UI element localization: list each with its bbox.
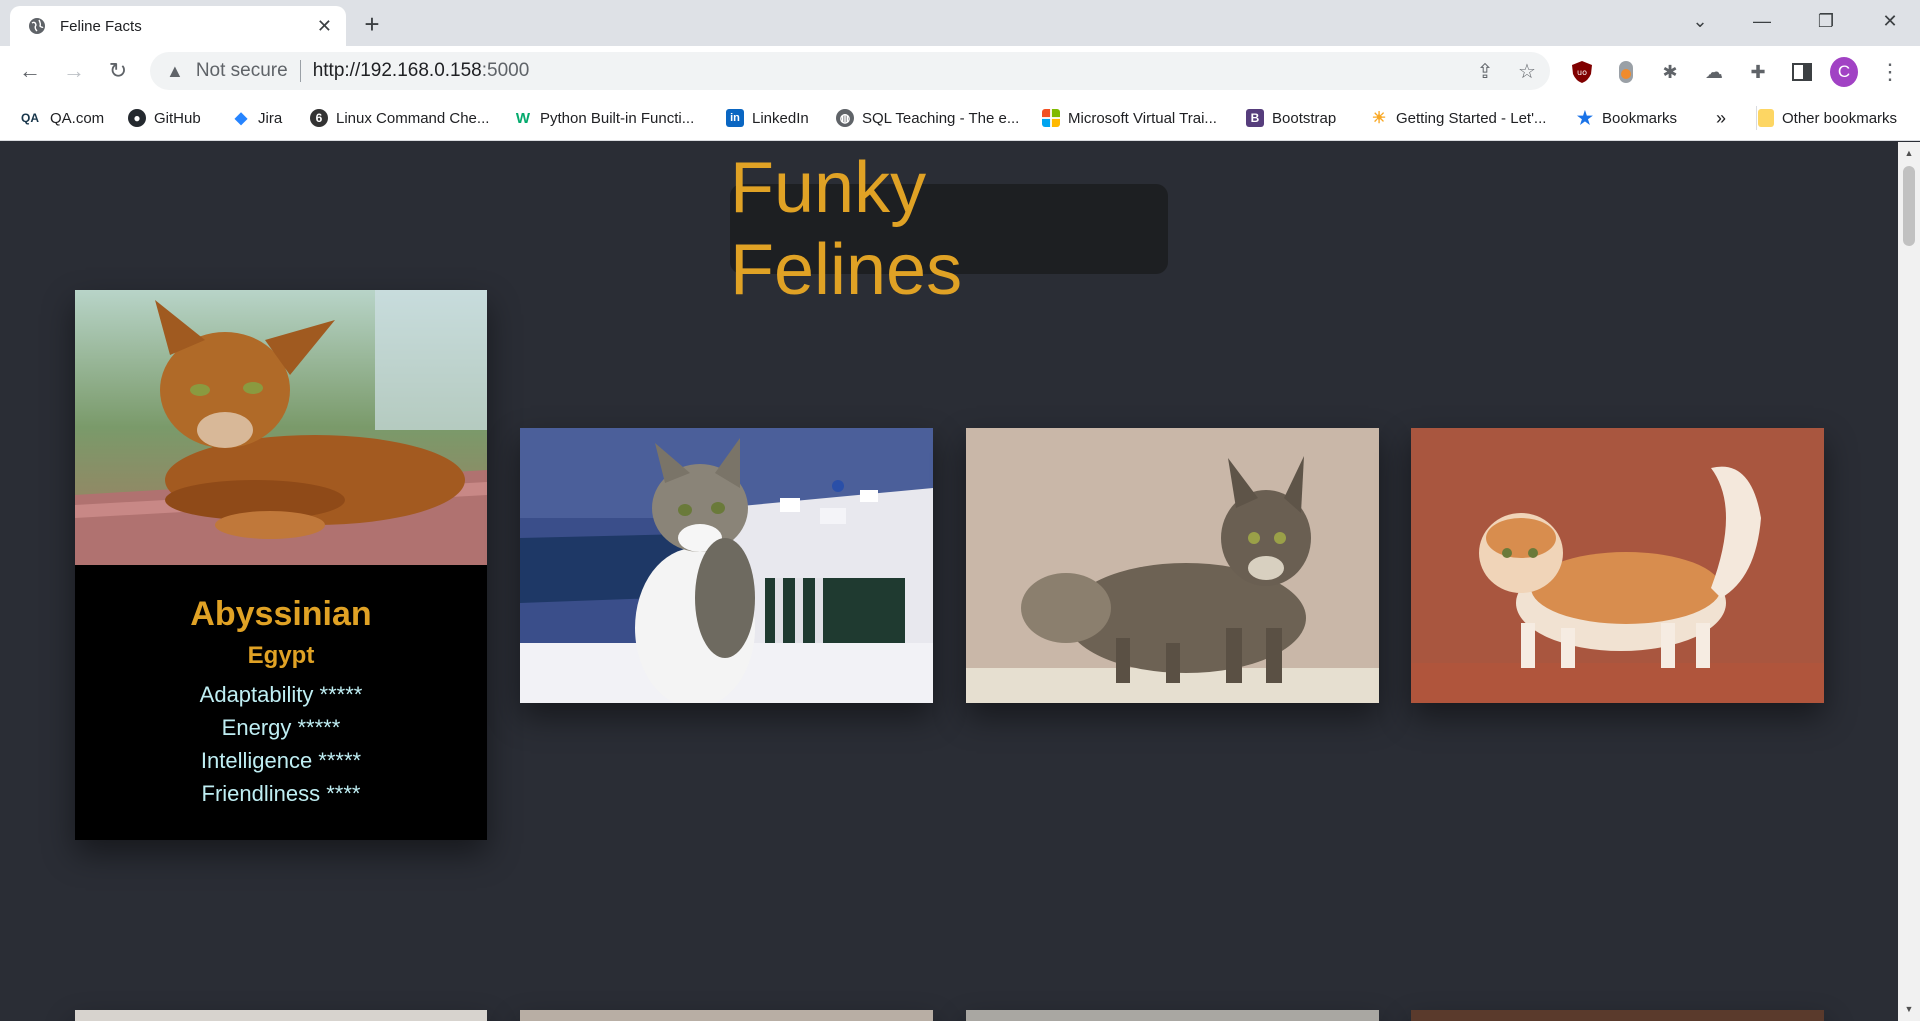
- bookmark-item[interactable]: B Bootstrap: [1246, 96, 1336, 140]
- cat-card[interactable]: [520, 1010, 933, 1021]
- bookmark-label: Python Built-in Functi...: [540, 109, 695, 127]
- page-title: Funky Felines: [730, 148, 963, 310]
- profile-initial: C: [1830, 57, 1858, 87]
- stat-energy: Energy *****: [221, 715, 341, 740]
- lets-encrypt-icon: ☀: [1371, 110, 1387, 127]
- qa-logo-icon: QA: [21, 111, 39, 125]
- bookmark-label: Linux Command Che...: [336, 109, 490, 127]
- browser-tab[interactable]: Feline Facts ✕: [10, 6, 346, 46]
- bookmark-item[interactable]: ◆ Jira: [232, 96, 282, 140]
- new-tab-button[interactable]: +: [356, 8, 388, 40]
- cat-photo-abyssinian: [75, 290, 487, 565]
- globe-icon: ◍: [836, 109, 854, 127]
- bookmark-item[interactable]: ☀ Getting Started - Let'...: [1370, 96, 1547, 140]
- bootstrap-icon: B: [1246, 109, 1264, 127]
- bookmark-item[interactable]: W Python Built-in Functi...: [514, 96, 694, 140]
- profile-avatar[interactable]: C: [1830, 57, 1858, 87]
- address-bar[interactable]: ▲ Not secure http://192.168.0.158:5000 ⇪…: [150, 52, 1550, 90]
- tab-strip: Feline Facts ✕ + ⌄ — ❐ ✕: [0, 0, 1920, 46]
- bookmark-star-icon[interactable]: ☆: [1512, 56, 1542, 86]
- minimize-icon[interactable]: —: [1742, 6, 1782, 36]
- cloud-extension-icon[interactable]: ☁: [1700, 58, 1728, 86]
- bookmark-label: SQL Teaching - The e...: [862, 109, 1020, 127]
- address-divider: [299, 60, 301, 82]
- linux-icon: 6: [310, 109, 328, 127]
- cat-photo: [966, 428, 1379, 703]
- bookmark-item[interactable]: ● GitHub: [128, 96, 201, 140]
- breed-name: Abyssinian: [190, 595, 372, 633]
- restore-icon[interactable]: ❐: [1806, 6, 1846, 36]
- microsoft-icon: [1042, 109, 1060, 127]
- bookmark-label: Jira: [258, 109, 283, 127]
- url-host: http://192.168.0.158: [312, 60, 482, 81]
- bookmark-item[interactable]: QA QA.com: [18, 96, 104, 140]
- cat-info-panel: Abyssinian Egypt Adaptability ***** Ener…: [75, 565, 487, 840]
- cat-card[interactable]: [1411, 1010, 1824, 1021]
- github-icon: ●: [128, 109, 146, 127]
- close-window-icon[interactable]: ✕: [1870, 6, 1910, 36]
- cat-photo: [520, 428, 933, 703]
- share-icon[interactable]: ⇪: [1470, 56, 1500, 86]
- back-arrow-icon[interactable]: ←: [14, 56, 46, 86]
- bookmark-label: LinkedIn: [752, 109, 809, 127]
- forward-arrow-icon[interactable]: →: [58, 56, 90, 86]
- jira-icon: ◆: [234, 110, 248, 127]
- cat-card[interactable]: [75, 1010, 487, 1021]
- svg-text:uo: uo: [1577, 68, 1587, 77]
- bookmarks-bar: QA QA.com ● GitHub ◆ Jira 6 Linux Comman…: [0, 96, 1920, 141]
- cat-card[interactable]: [520, 428, 933, 703]
- security-status[interactable]: Not secure: [196, 60, 288, 82]
- url-port: :5000: [481, 60, 530, 81]
- bug-extension-icon[interactable]: ✱: [1656, 58, 1684, 86]
- browser-toolbar: ← → ↻ ▲ Not secure http://192.168.0.158:…: [0, 46, 1920, 96]
- kebab-menu-icon[interactable]: ⋮: [1876, 58, 1904, 86]
- url-text[interactable]: http://192.168.0.158:5000: [313, 60, 530, 82]
- bookmark-label: Other bookmarks: [1782, 109, 1898, 127]
- breed-origin: Egypt: [247, 642, 315, 669]
- scroll-down-arrow-icon[interactable]: ▼: [1903, 1002, 1915, 1016]
- extensions-puzzle-icon[interactable]: ✚: [1744, 58, 1772, 86]
- cat-card[interactable]: [1411, 428, 1824, 703]
- bookmark-item[interactable]: 6 Linux Command Che...: [310, 96, 489, 140]
- globe-icon: [29, 18, 45, 34]
- cat-photo: [1411, 428, 1824, 703]
- cat-card[interactable]: [966, 1010, 1379, 1021]
- bookmark-label: Bookmarks: [1602, 109, 1678, 127]
- stat-friendliness: Friendliness ****: [201, 781, 361, 806]
- page-title-box: Funky Felines: [730, 148, 1168, 310]
- page-viewport: Funky Felines Abyssinian Egypt Adaptabil…: [0, 142, 1898, 1021]
- stat-adaptability: Adaptability *****: [199, 682, 363, 707]
- bookmarks-divider: [1756, 106, 1757, 130]
- scroll-up-arrow-icon[interactable]: ▲: [1903, 146, 1915, 160]
- w3schools-icon: W: [515, 109, 531, 127]
- side-panel-icon[interactable]: [1788, 58, 1816, 86]
- page-scrollbar[interactable]: ▲ ▼: [1898, 142, 1920, 1021]
- close-tab-icon[interactable]: ✕: [317, 16, 332, 37]
- tab-title: Feline Facts: [60, 17, 142, 35]
- bookmark-label: Microsoft Virtual Trai...: [1068, 109, 1217, 127]
- warning-triangle-icon: ▲: [166, 60, 184, 81]
- bookmark-label: Bootstrap: [1272, 109, 1337, 127]
- cat-card-featured[interactable]: Abyssinian Egypt Adaptability ***** Ener…: [75, 290, 487, 840]
- extension-capsule-icon[interactable]: [1612, 58, 1640, 86]
- folder-icon: [1758, 109, 1774, 127]
- bookmark-label: QA.com: [50, 109, 105, 127]
- ublock-origin-icon[interactable]: uo: [1568, 58, 1596, 86]
- bookmark-item[interactable]: ◍ SQL Teaching - The e...: [836, 96, 1019, 140]
- linkedin-icon: in: [726, 109, 744, 127]
- scroll-thumb[interactable]: [1903, 166, 1915, 246]
- bookmark-item[interactable]: ★ Bookmarks: [1576, 96, 1677, 140]
- bookmark-label: Getting Started - Let'...: [1396, 109, 1547, 127]
- bookmark-label: GitHub: [154, 109, 201, 127]
- star-icon: ★: [1576, 107, 1594, 128]
- other-bookmarks[interactable]: Other bookmarks: [1758, 96, 1897, 140]
- stat-intelligence: Intelligence *****: [200, 748, 362, 773]
- tab-search-chevron-icon[interactable]: ⌄: [1680, 6, 1720, 36]
- reload-icon[interactable]: ↻: [102, 56, 134, 86]
- cat-card[interactable]: [966, 428, 1379, 703]
- bookmark-item[interactable]: in LinkedIn: [726, 96, 809, 140]
- bookmarks-overflow-button[interactable]: »: [1716, 96, 1726, 140]
- bookmark-item[interactable]: Microsoft Virtual Trai...: [1042, 96, 1217, 140]
